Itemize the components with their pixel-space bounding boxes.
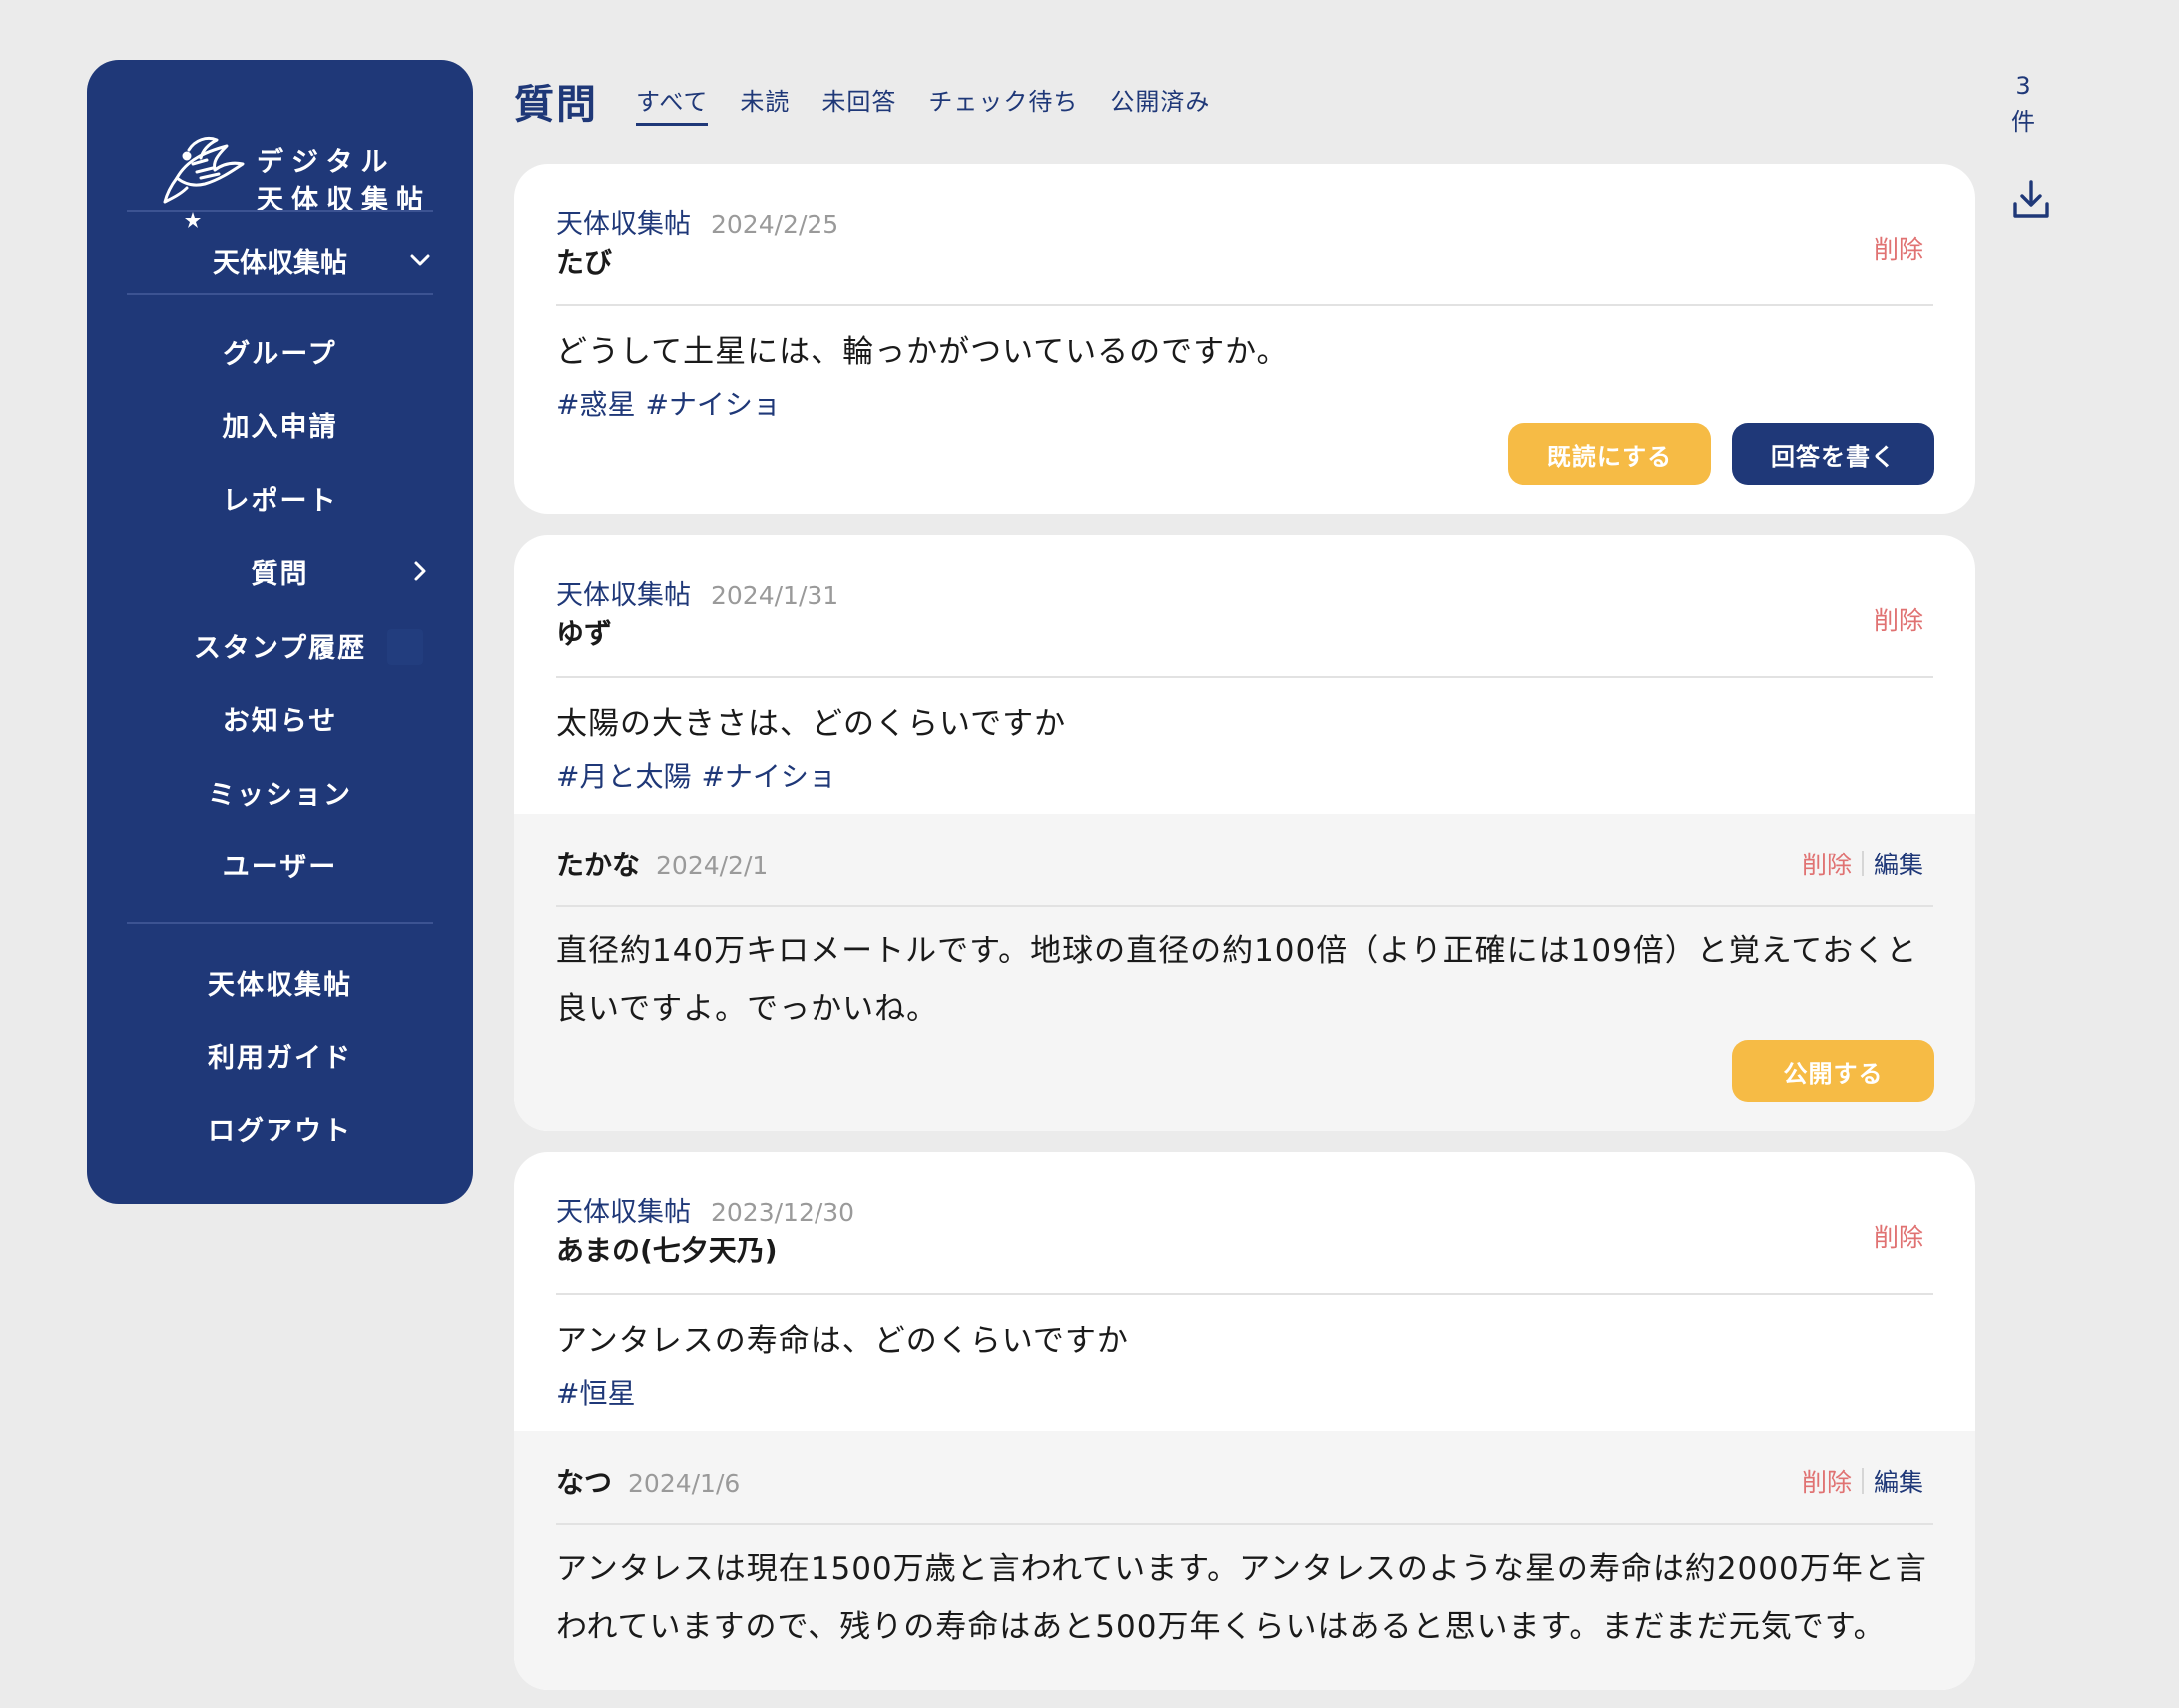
answer-meta: なつ 2024/1/6 <box>556 1461 740 1501</box>
sidebar-item-label: ユーザー <box>222 852 338 883</box>
question-meta: 天体収集帖 2024/1/31 <box>556 573 838 612</box>
sidebar-item-missions[interactable]: ミッション <box>127 762 433 822</box>
delete-answer-link[interactable]: 削除 <box>1802 1463 1852 1499</box>
question-date: 2024/1/31 <box>711 581 839 610</box>
answer-text: アンタレスは現在1500万歳と言われています。アンタレスのような星の寿命は約20… <box>556 1551 1927 1645</box>
collection-name: 天体収集帖 <box>556 209 691 240</box>
delete-question-link[interactable]: 削除 <box>1874 230 1923 266</box>
question-text: 太陽の大きさは、どのくらいですか <box>556 706 1067 742</box>
download-icon[interactable] <box>2011 178 2051 222</box>
answer-block: なつ 2024/1/6 削除 編集 アンタレスは現在1500万歳と言われています… <box>514 1431 1975 1690</box>
tag[interactable]: #恒星 <box>556 1372 635 1412</box>
sidebar-item-label: グループ <box>223 338 337 370</box>
sidebar-item-stamp-history[interactable]: スタンプ履歴 <box>127 615 433 675</box>
card-divider <box>556 676 1933 678</box>
sidebar-divider <box>127 210 433 212</box>
answer-actions: 削除 編集 <box>1802 1463 1923 1499</box>
sidebar-item-label: ログアウト <box>208 1115 352 1147</box>
sidebar-item-guide[interactable]: 利用ガイド <box>127 1025 433 1085</box>
sidebar-divider <box>127 293 433 295</box>
question-date: 2024/2/25 <box>711 210 839 239</box>
sidebar-item-label: ミッション <box>208 779 352 811</box>
question-card: 天体収集帖 2024/2/25 たび 削除 どうして土星には、輪っかがついている… <box>514 164 1975 514</box>
tab-pending-check[interactable]: チェック待ち <box>928 82 1078 126</box>
sidebar-item-label: 質問 <box>251 558 309 590</box>
question-meta: 天体収集帖 2023/12/30 <box>556 1190 854 1229</box>
answer-author: たかな <box>556 849 641 881</box>
card-divider <box>556 1293 1933 1295</box>
sidebar-item-label: 天体収集帖 <box>208 969 352 1001</box>
question-author: ゆず <box>556 617 613 650</box>
edit-answer-link[interactable]: 編集 <box>1874 846 1923 881</box>
sidebar-item-groups[interactable]: グループ <box>127 321 433 381</box>
sidebar-item-reports[interactable]: レポート <box>127 468 433 528</box>
chevron-down-icon <box>410 254 430 266</box>
edit-answer-link[interactable]: 編集 <box>1874 1463 1923 1499</box>
sidebar-divider <box>127 922 433 924</box>
action-separator <box>1861 851 1864 876</box>
filter-tabs: すべて 未読 未回答 チェック待ち 公開済み <box>636 82 1210 126</box>
answer-author: なつ <box>556 1466 613 1499</box>
brand-name: デジタル 天体収集帖 <box>257 147 431 216</box>
question-meta: 天体収集帖 2024/2/25 <box>556 202 838 241</box>
sidebar-item-questions[interactable]: 質問 <box>127 541 433 601</box>
answer-meta: たかな 2024/2/1 <box>556 844 768 883</box>
answer-date: 2024/2/1 <box>656 852 769 880</box>
question-author: あまの(七夕天乃) <box>556 1234 778 1267</box>
hover-indicator <box>387 629 423 665</box>
mark-read-button[interactable]: 既読にする <box>1508 423 1711 485</box>
tab-unanswered[interactable]: 未回答 <box>821 82 896 126</box>
tag[interactable]: #ナイショ <box>701 755 835 795</box>
question-date: 2023/12/30 <box>711 1198 855 1227</box>
sidebar-item-label: お知らせ <box>222 705 338 737</box>
sidebar-item-notices[interactable]: お知らせ <box>127 688 433 748</box>
publish-button[interactable]: 公開する <box>1732 1040 1934 1102</box>
collection-name: 天体収集帖 <box>556 580 691 611</box>
tag-list: #惑星 #ナイショ <box>556 383 781 423</box>
delete-question-link[interactable]: 削除 <box>1874 601 1923 637</box>
sidebar-item-collection[interactable]: 天体収集帖 <box>127 952 433 1012</box>
sidebar: デジタル 天体収集帖 天体収集帖 グループ 加入申請 レポート 質問 スタンプ履… <box>87 60 473 1204</box>
chevron-right-icon <box>414 561 426 581</box>
answer-divider <box>556 1523 1933 1525</box>
sidebar-item-label: レポート <box>222 485 338 517</box>
collection-name: 天体収集帖 <box>556 1197 691 1228</box>
tab-published[interactable]: 公開済み <box>1110 82 1210 126</box>
answer-block: たかな 2024/2/1 削除 編集 直径約140万キロメートルです。地球の直径… <box>514 814 1975 1131</box>
sidebar-item-users[interactable]: ユーザー <box>127 835 433 894</box>
page-title: 質問 <box>514 82 598 128</box>
tag-list: #恒星 <box>556 1372 635 1412</box>
sidebar-item-label: 加入申請 <box>222 411 338 443</box>
collection-select-label: 天体収集帖 <box>213 247 347 279</box>
answer-date: 2024/1/6 <box>628 1469 741 1498</box>
answer-text: 直径約140万キロメートルです。地球の直径の約100倍（より正確には109倍）と… <box>556 933 1918 1027</box>
question-text: アンタレスの寿命は、どのくらいですか <box>556 1323 1129 1359</box>
question-text: どうして土星には、輪っかがついているのですか。 <box>556 334 1289 370</box>
delete-answer-link[interactable]: 削除 <box>1802 846 1852 881</box>
sidebar-item-label: 利用ガイド <box>208 1042 352 1074</box>
action-separator <box>1861 1468 1864 1494</box>
sidebar-item-label: スタンプ履歴 <box>193 632 367 664</box>
tag[interactable]: #ナイショ <box>645 383 780 423</box>
question-card: 天体収集帖 2024/1/31 ゆず 削除 太陽の大きさは、どのくらいですか #… <box>514 535 1975 1131</box>
result-count-number: 3 <box>2015 72 2031 100</box>
sidebar-item-logout[interactable]: ログアウト <box>127 1098 433 1158</box>
result-count-unit: 件 <box>2011 108 2035 136</box>
tag-list: #月と太陽 #ナイショ <box>556 755 836 795</box>
answer-divider <box>556 905 1933 907</box>
card-divider <box>556 304 1933 306</box>
tab-all[interactable]: すべて <box>636 82 709 126</box>
question-author: たび <box>556 246 613 279</box>
tab-unread[interactable]: 未読 <box>740 82 790 126</box>
answer-actions: 削除 編集 <box>1802 846 1923 881</box>
sidebar-item-join-requests[interactable]: 加入申請 <box>127 394 433 454</box>
write-answer-button[interactable]: 回答を書く <box>1732 423 1934 485</box>
delete-question-link[interactable]: 削除 <box>1874 1218 1923 1254</box>
collection-select[interactable]: 天体収集帖 <box>127 215 433 304</box>
tag[interactable]: #月と太陽 <box>556 755 691 795</box>
result-count: 3 件 <box>2011 68 2035 140</box>
question-card: 天体収集帖 2023/12/30 あまの(七夕天乃) 削除 アンタレスの寿命は、… <box>514 1152 1975 1690</box>
tag[interactable]: #惑星 <box>556 383 635 423</box>
